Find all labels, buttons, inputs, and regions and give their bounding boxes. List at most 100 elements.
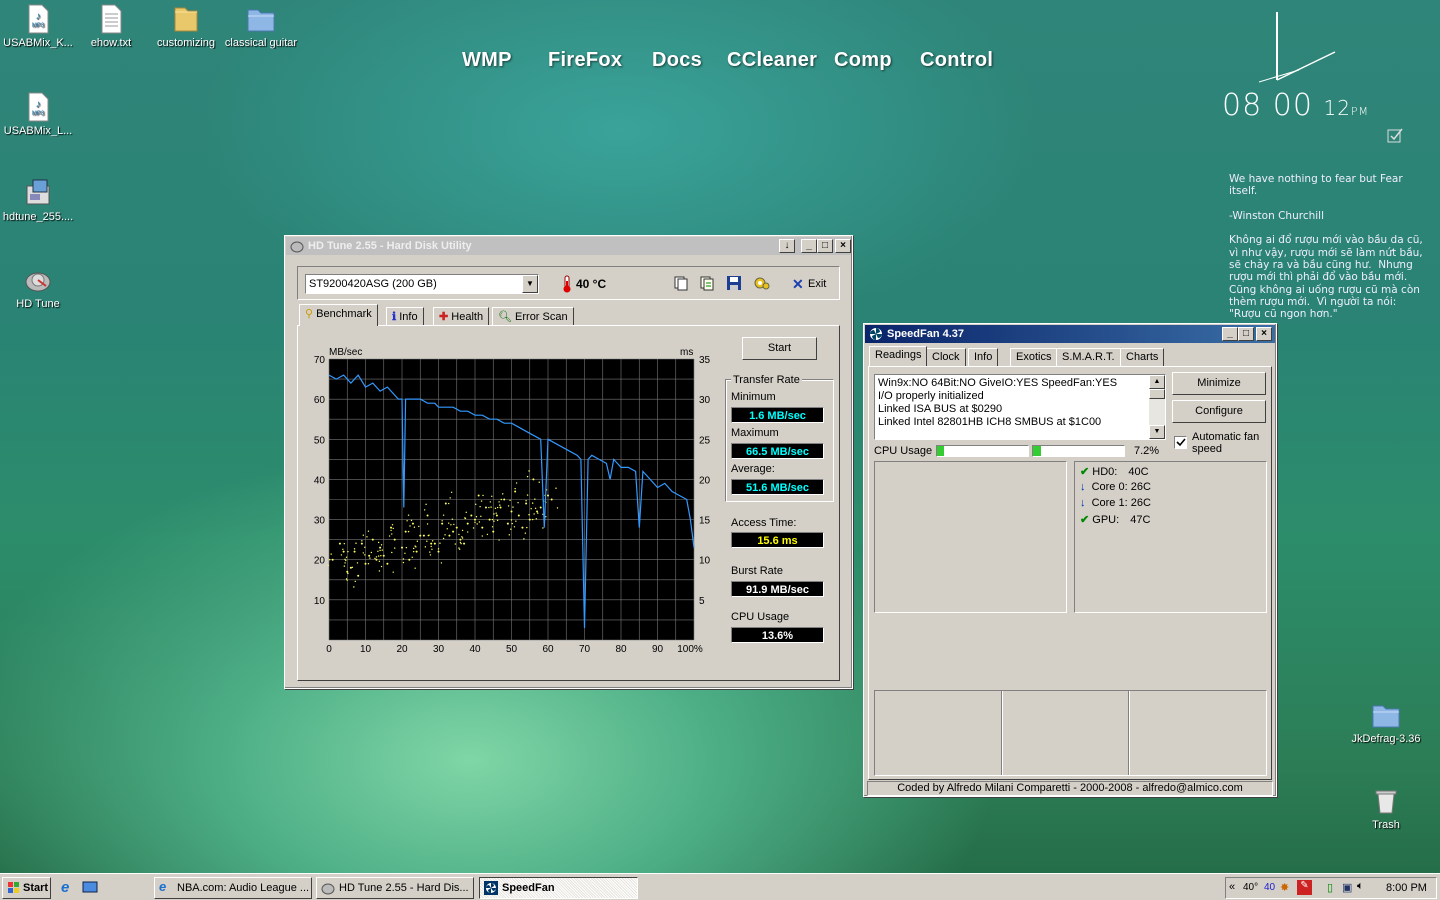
desktop-icon-classical-guitar[interactable]: classical guitar: [223, 4, 299, 49]
tab-info[interactable]: Info: [968, 348, 999, 367]
start-label: Start: [23, 882, 49, 894]
access-time-point: [355, 542, 357, 544]
launcher-docs[interactable]: Docs: [652, 49, 702, 72]
close-button[interactable]: ×: [1256, 327, 1272, 341]
tab-error-scan[interactable]: 🔍︎ Error Scan: [492, 307, 574, 326]
tab-charts[interactable]: Charts: [1120, 348, 1165, 367]
access-time-point: [431, 540, 434, 542]
access-time-point: [369, 557, 371, 559]
access-time-point: [422, 534, 425, 537]
taskbar-item-speedfan[interactable]: SpeedFan: [479, 877, 638, 899]
dropdown-arrow-button[interactable]: ↓: [779, 239, 795, 253]
mp3-file-icon: MP3 ♪: [23, 4, 53, 34]
access-time-point: [414, 567, 416, 569]
ie-quicklaunch-icon[interactable]: e: [61, 879, 69, 896]
access-time-point: [550, 498, 553, 501]
hdtune-titlebar[interactable]: HD Tune 2.55 - Hard Disk Utility ↓ _ □ ×: [286, 237, 851, 255]
tray-expand-icon[interactable]: «: [1229, 881, 1235, 893]
panel-divider: [1128, 691, 1130, 775]
tray-clock[interactable]: 8:00 PM: [1386, 882, 1427, 894]
hdd-app-icon: [321, 881, 335, 895]
access-time-point: [542, 527, 544, 529]
minimize-button[interactable]: _: [801, 239, 817, 253]
access-time-point: [492, 530, 495, 533]
access-time-point: [404, 530, 407, 533]
access-time-point: [452, 530, 455, 533]
desktop-icon-customizing[interactable]: customizing: [148, 4, 224, 49]
hdtune-toolbar: ST9200420ASG (200 GB) ▼ 40 °C ✕ Exit: [297, 266, 840, 300]
close-button[interactable]: ×: [835, 239, 851, 253]
tray-volume-icon[interactable]: 🔈︎: [1357, 880, 1364, 893]
y-axis-label: MB/sec: [329, 347, 362, 358]
desktop-icon-usabmix-l[interactable]: MP3 ♪ USABMix_L...: [0, 92, 76, 137]
taskbar-item-hdtune[interactable]: HD Tune 2.55 - Hard Dis...: [316, 877, 474, 899]
access-time-point: [382, 554, 385, 557]
desktop-icon-hd-tune[interactable]: HD Tune: [0, 265, 76, 310]
start-button[interactable]: Start: [2, 877, 51, 899]
launcher-ccleaner[interactable]: CCleaner: [727, 49, 817, 72]
checkbox-icon[interactable]: [1387, 127, 1404, 143]
access-time-point: [448, 534, 451, 537]
speedfan-titlebar[interactable]: SpeedFan 4.37 _ □ ×: [865, 325, 1275, 343]
tab-smart[interactable]: S.M.A.R.T.: [1056, 348, 1121, 367]
tray-network-icon[interactable]: ▣: [1342, 881, 1352, 894]
tab-benchmark[interactable]: ⚲ Benchmark: [299, 304, 378, 326]
start-button[interactable]: Start: [742, 337, 817, 360]
exit-button[interactable]: ✕ Exit: [790, 274, 826, 294]
access-time-point: [523, 538, 525, 540]
burst-rate-label: Burst Rate: [731, 565, 783, 577]
desktop-icon-trash[interactable]: Trash: [1348, 786, 1424, 831]
tab-exotics[interactable]: Exotics: [1010, 348, 1058, 367]
temp-value: 26C: [1130, 481, 1151, 493]
taskbar-item-nba[interactable]: e NBA.com: Audio League ...: [154, 877, 312, 899]
x-tick-label: 70: [579, 644, 591, 655]
access-time-point: [430, 542, 433, 545]
launcher-firefox[interactable]: FireFox: [548, 49, 622, 72]
tray-speedfan-number: 40: [1264, 882, 1276, 893]
auto-fan-checkbox[interactable]: [1174, 436, 1187, 449]
launcher-wmp[interactable]: WMP: [462, 49, 512, 72]
access-time-point: [440, 562, 443, 564]
desktop-icon-ehow[interactable]: ehow.txt: [73, 4, 149, 49]
tray-device-icon[interactable]: ▯: [1327, 881, 1333, 894]
log-scrollbar[interactable]: ▲ ▼: [1149, 375, 1165, 439]
x-tick-label: 0: [326, 644, 332, 655]
scroll-thumb[interactable]: [1149, 389, 1165, 399]
access-time-point: [466, 522, 469, 525]
scroll-up-button[interactable]: ▲: [1149, 375, 1165, 389]
options-icon[interactable]: [753, 275, 771, 294]
tab-health[interactable]: ✚ Health: [433, 307, 490, 326]
maximize-button[interactable]: □: [1238, 327, 1254, 341]
log-box[interactable]: Win9x:NO 64Bit:NO GiveIO:YES SpeedFan:YE…: [874, 374, 1166, 440]
access-time-point: [451, 518, 454, 520]
access-time-point: [379, 546, 382, 549]
configure-button[interactable]: Configure: [1172, 400, 1266, 423]
maximize-button[interactable]: □: [817, 239, 833, 253]
minimize-sf-button[interactable]: Minimize: [1172, 372, 1266, 395]
desktop-icon-hdtune-installer[interactable]: hdtune_255....: [0, 178, 76, 223]
launcher-comp[interactable]: Comp: [834, 49, 892, 72]
tab-readings[interactable]: Readings: [869, 346, 928, 366]
tab-clock[interactable]: Clock: [926, 348, 966, 367]
tab-info[interactable]: ℹ Info: [386, 307, 424, 326]
copy-icon[interactable]: [673, 275, 689, 294]
temp-name: GPU:: [1092, 514, 1120, 526]
access-time-point: [528, 518, 531, 521]
minimize-button[interactable]: _: [1222, 327, 1238, 341]
copy-all-icon[interactable]: [699, 275, 715, 294]
save-icon[interactable]: [726, 275, 742, 294]
tray-app-icon[interactable]: ✸: [1280, 881, 1289, 894]
show-desktop-icon[interactable]: [82, 881, 98, 897]
access-time-point: [364, 546, 366, 548]
desktop-icon-jkdefrag[interactable]: JkDefrag-3.36: [1348, 700, 1424, 745]
access-time-point: [424, 546, 427, 548]
access-time-point: [346, 579, 348, 581]
tray-antivirus-icon[interactable]: ✎: [1297, 880, 1312, 895]
access-time-point: [499, 504, 501, 506]
drive-select[interactable]: ST9200420ASG (200 GB) ▼: [305, 274, 539, 294]
scroll-down-button[interactable]: ▼: [1149, 425, 1165, 439]
launcher-control[interactable]: Control: [920, 49, 993, 72]
panel-divider: [1001, 691, 1003, 775]
chevron-down-icon[interactable]: ▼: [522, 275, 538, 293]
desktop-icon-usabmix-k[interactable]: MP3 ♪ USABMix_K...: [0, 4, 76, 49]
